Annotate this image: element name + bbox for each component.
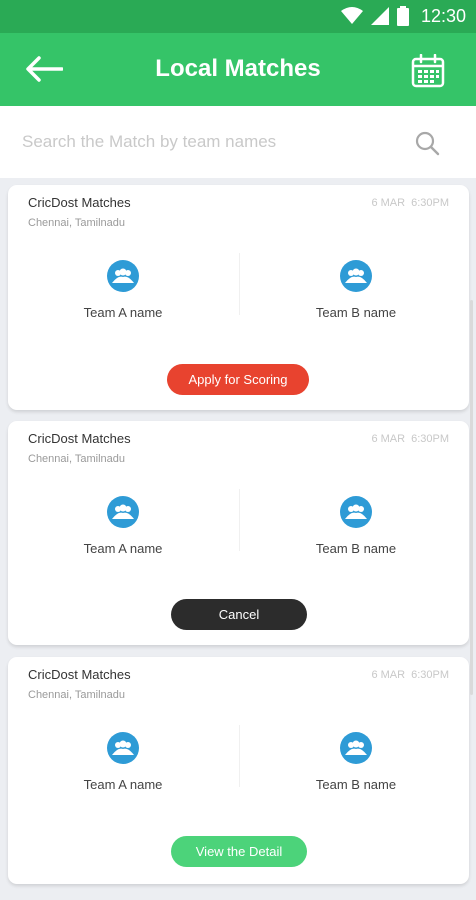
team-icon [340, 732, 372, 764]
team-a-name: Team A name [83, 541, 163, 556]
match-date: 6 MAR [371, 669, 406, 681]
team-icon [107, 496, 139, 528]
match-card[interactable]: CricDost Matches Chennai, Tamilnadu 6 MA… [8, 421, 469, 645]
match-time: 6:30PM [411, 197, 449, 209]
team-divider [239, 253, 240, 315]
cancel-button[interactable]: Cancel [171, 599, 307, 630]
battery-icon [396, 6, 409, 26]
team-divider [239, 489, 240, 551]
team-a: Team A name [43, 496, 203, 556]
team-b: Team B name [276, 496, 436, 556]
match-card[interactable]: CricDost Matches Chennai, Tamilnadu 6 MA… [8, 185, 469, 410]
status-time: 12:30 [420, 5, 466, 26]
team-b: Team B name [276, 260, 436, 320]
match-title: CricDost Matches [28, 667, 131, 682]
match-datetime: 6 MAR 6:30PM [371, 433, 449, 445]
team-b-name: Team B name [315, 541, 397, 556]
team-divider [239, 725, 240, 787]
view-the-detail-button[interactable]: View the Detail [171, 836, 307, 867]
match-location: Chennai, Tamilnadu [28, 453, 126, 465]
team-a: Team A name [43, 260, 203, 320]
apply-for-scoring-button[interactable]: Apply for Scoring [167, 364, 309, 395]
match-location: Chennai, Tamilnadu [28, 689, 126, 701]
team-a: Team A name [43, 732, 203, 792]
team-icon [107, 260, 139, 292]
cell-signal-icon [370, 7, 389, 25]
match-time: 6:30PM [411, 669, 449, 681]
page-title: Local Matches [155, 55, 321, 82]
status-icons: 12:30 [340, 5, 466, 27]
search-icon[interactable] [414, 130, 440, 156]
match-time: 6:30PM [411, 433, 449, 445]
search-input[interactable] [22, 128, 402, 156]
wifi-icon [340, 7, 363, 24]
calendar-icon [411, 54, 445, 88]
match-datetime: 6 MAR 6:30PM [371, 197, 449, 209]
search-bar [0, 106, 476, 178]
match-card[interactable]: CricDost Matches Chennai, Tamilnadu 6 MA… [8, 657, 469, 884]
calendar-button[interactable] [408, 51, 448, 91]
team-icon [340, 496, 372, 528]
team-b-name: Team B name [315, 305, 397, 320]
status-bar: 12:30 [0, 0, 476, 33]
team-b-name: Team B name [315, 777, 397, 792]
team-icon [107, 732, 139, 764]
app-bar: Local Matches [0, 33, 476, 106]
match-datetime: 6 MAR 6:30PM [371, 669, 449, 681]
team-b: Team B name [276, 732, 436, 792]
match-date: 6 MAR [371, 433, 406, 445]
match-title: CricDost Matches [28, 195, 131, 210]
team-a-name: Team A name [83, 777, 163, 792]
match-date: 6 MAR [371, 197, 406, 209]
team-icon [340, 260, 372, 292]
scrollbar[interactable] [470, 300, 473, 695]
team-a-name: Team A name [83, 305, 163, 320]
match-location: Chennai, Tamilnadu [28, 217, 126, 229]
match-title: CricDost Matches [28, 431, 131, 446]
